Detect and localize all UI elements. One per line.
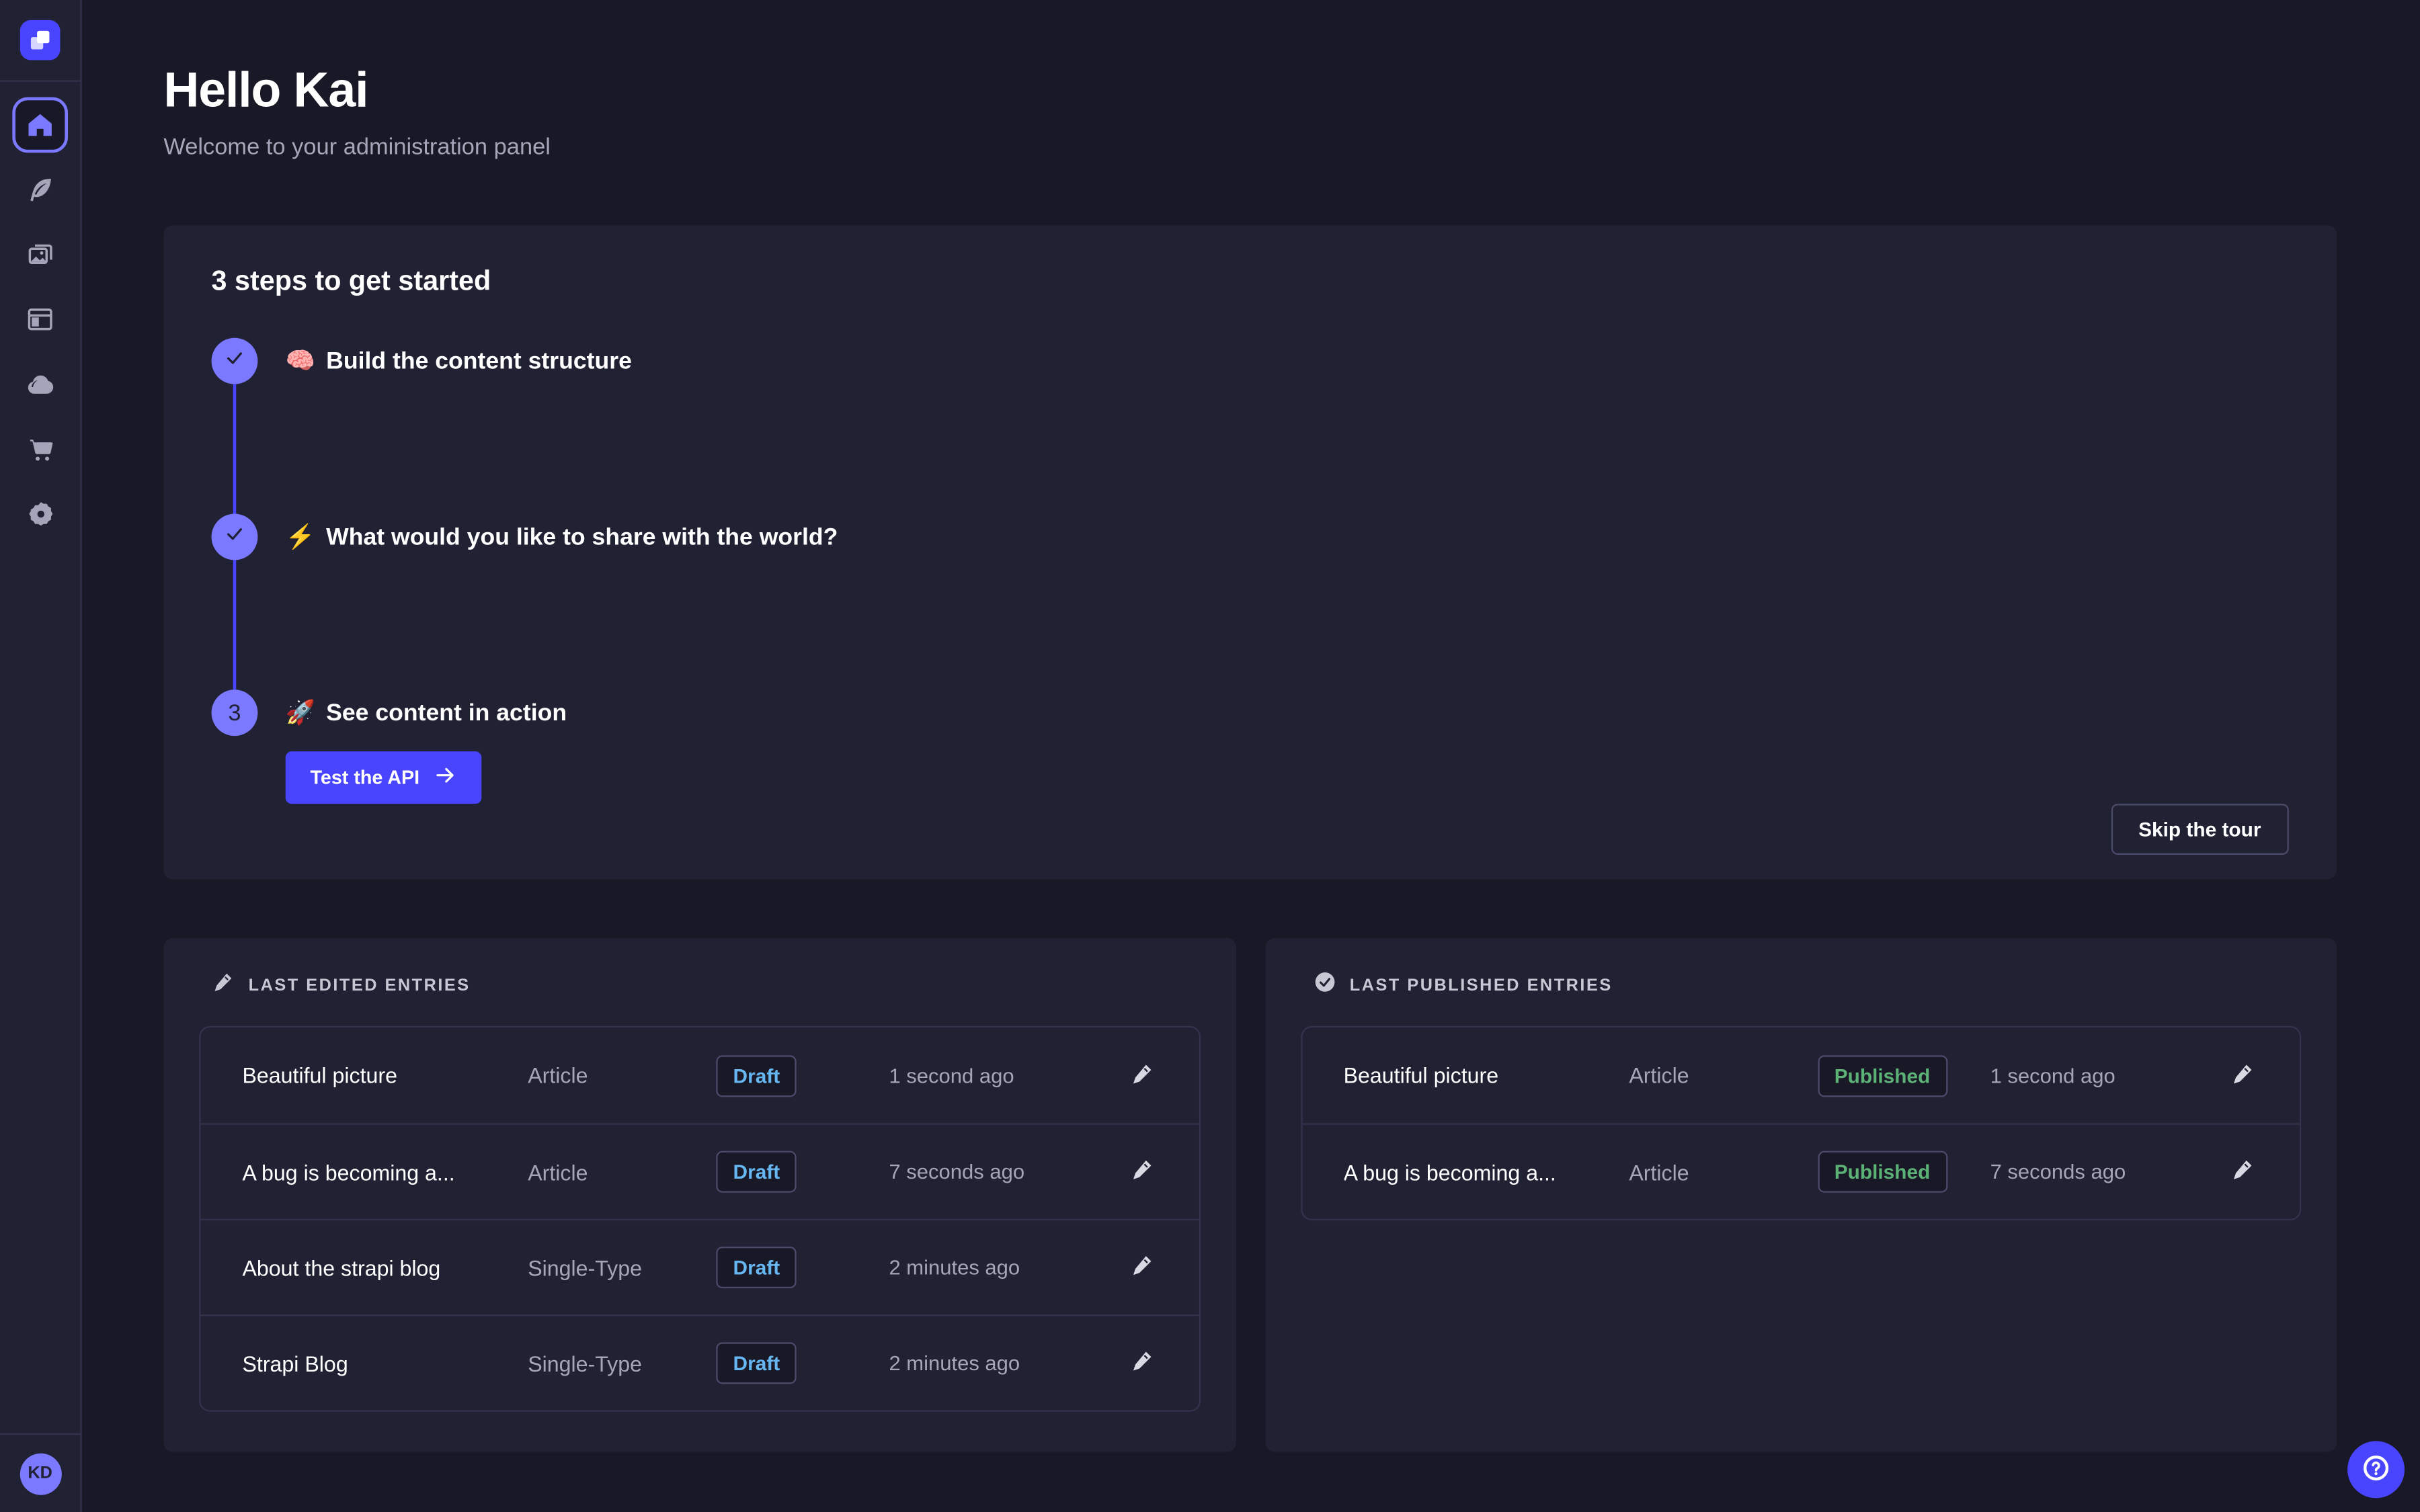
test-api-label: Test the API: [310, 767, 419, 788]
step-cta-row: Test the API: [286, 751, 2289, 804]
entries-section: LAST EDITED ENTRIES Beautiful picture Ar…: [163, 938, 2337, 1452]
help-button[interactable]: [2347, 1441, 2405, 1498]
step-connector: [233, 560, 237, 689]
last-edited-header: LAST EDITED ENTRIES: [199, 970, 1200, 1001]
edit-entry-button[interactable]: [1118, 1340, 1164, 1386]
sidebar-footer: KD: [0, 1433, 80, 1512]
onboarding-step-1: 🧠Build the content structure: [212, 338, 2289, 384]
user-avatar[interactable]: KD: [19, 1453, 61, 1495]
sidebar-item-home[interactable]: [12, 97, 68, 153]
check-circle-icon: [1313, 970, 1336, 1001]
edit-entry-button[interactable]: [1118, 1052, 1164, 1099]
table-row[interactable]: A bug is becoming a... Article Draft 7 s…: [200, 1123, 1198, 1218]
rocket-emoji: 🚀: [286, 700, 315, 726]
content-type-builder-icon: [25, 304, 56, 335]
sidebar-nav: [0, 82, 80, 1433]
pencil-icon: [2230, 1157, 2255, 1187]
last-published-title: LAST PUBLISHED ENTRIES: [1350, 976, 1613, 995]
avatar-initials: KD: [28, 1464, 52, 1483]
step-number: 3: [228, 700, 241, 726]
step-1-check-circle: [212, 338, 258, 384]
sidebar-item-cloud[interactable]: [12, 356, 68, 412]
sidebar: KD: [0, 0, 82, 1512]
question-mark-icon: [2362, 1453, 2391, 1487]
sidebar-item-media-library[interactable]: [12, 226, 68, 282]
sidebar-item-content-type-builder[interactable]: [12, 292, 68, 347]
step-connector: [233, 384, 237, 514]
marketplace-cart-icon: [24, 433, 56, 465]
status-badge: Draft: [716, 1342, 797, 1384]
onboarding-step-2: ⚡What would you like to share with the w…: [212, 514, 2289, 560]
check-icon: [224, 347, 245, 375]
arrow-right-icon: [434, 763, 456, 791]
page-title: Hello Kai: [163, 62, 2337, 119]
pencil-icon: [1129, 1349, 1154, 1378]
test-api-button[interactable]: Test the API: [286, 751, 481, 804]
step-2-check-circle: [212, 514, 258, 560]
settings-gear-icon: [24, 497, 56, 530]
home-icon: [25, 110, 56, 140]
main-content: Hello Kai Welcome to your administration…: [82, 0, 2420, 1512]
step-2-label: ⚡What would you like to share with the w…: [286, 522, 838, 552]
step-1-label: 🧠Build the content structure: [286, 346, 632, 376]
workspace-logo-container[interactable]: [0, 0, 80, 82]
sidebar-item-content-manager[interactable]: [12, 162, 68, 218]
status-badge: Draft: [716, 1247, 797, 1288]
status-badge: Published: [1817, 1151, 1947, 1193]
brain-emoji: 🧠: [286, 348, 315, 374]
status-badge: Draft: [716, 1054, 797, 1096]
table-row[interactable]: Beautiful picture Article Published 1 se…: [1302, 1027, 2300, 1123]
media-library-icon: [25, 239, 56, 270]
feather-icon: [25, 174, 56, 205]
onboarding-title: 3 steps to get started: [212, 265, 2289, 298]
edit-entry-button[interactable]: [2220, 1052, 2266, 1099]
step-3-label: 🚀See content in action: [286, 698, 567, 728]
pencil-icon: [212, 970, 235, 1001]
last-published-card: LAST PUBLISHED ENTRIES Beautiful picture…: [1265, 938, 2337, 1452]
last-published-table: Beautiful picture Article Published 1 se…: [1300, 1026, 2301, 1220]
page-subtitle: Welcome to your administration panel: [163, 134, 2337, 161]
lightning-emoji: ⚡: [286, 523, 315, 550]
cloud-icon: [24, 368, 56, 401]
edit-entry-button[interactable]: [1118, 1148, 1164, 1195]
check-icon: [224, 523, 245, 550]
skip-row: Skip the tour: [212, 804, 2289, 855]
last-edited-title: LAST EDITED ENTRIES: [249, 976, 471, 995]
pencil-icon: [1129, 1253, 1154, 1282]
sidebar-item-settings[interactable]: [12, 486, 68, 542]
status-badge: Published: [1817, 1054, 1947, 1096]
last-edited-card: LAST EDITED ENTRIES Beautiful picture Ar…: [163, 938, 1236, 1452]
strapi-logo: [20, 20, 61, 60]
edit-entry-button[interactable]: [2220, 1148, 2266, 1195]
step-3-number-circle: 3: [212, 689, 258, 736]
onboarding-card: 3 steps to get started 🧠Build the conten…: [163, 225, 2337, 879]
table-row[interactable]: Strapi Blog Single-Type Draft 2 minutes …: [200, 1314, 1198, 1410]
table-row[interactable]: About the strapi blog Single-Type Draft …: [200, 1219, 1198, 1314]
skip-tour-button[interactable]: Skip the tour: [2111, 804, 2289, 855]
table-row[interactable]: Beautiful picture Article Draft 1 second…: [200, 1027, 1198, 1123]
sidebar-item-marketplace[interactable]: [12, 421, 68, 477]
strapi-admin-homepage: KD Hello Kai Welcome to your administrat…: [0, 0, 2420, 1512]
last-edited-table: Beautiful picture Article Draft 1 second…: [199, 1026, 1200, 1412]
pencil-icon: [2230, 1060, 2255, 1090]
last-published-header: LAST PUBLISHED ENTRIES: [1300, 970, 2301, 1001]
pencil-icon: [1129, 1157, 1154, 1187]
status-badge: Draft: [716, 1151, 797, 1193]
pencil-icon: [1129, 1060, 1154, 1090]
onboarding-step-3: 3 🚀See content in action: [212, 689, 2289, 736]
table-row[interactable]: A bug is becoming a... Article Published…: [1302, 1123, 2300, 1218]
edit-entry-button[interactable]: [1118, 1245, 1164, 1291]
